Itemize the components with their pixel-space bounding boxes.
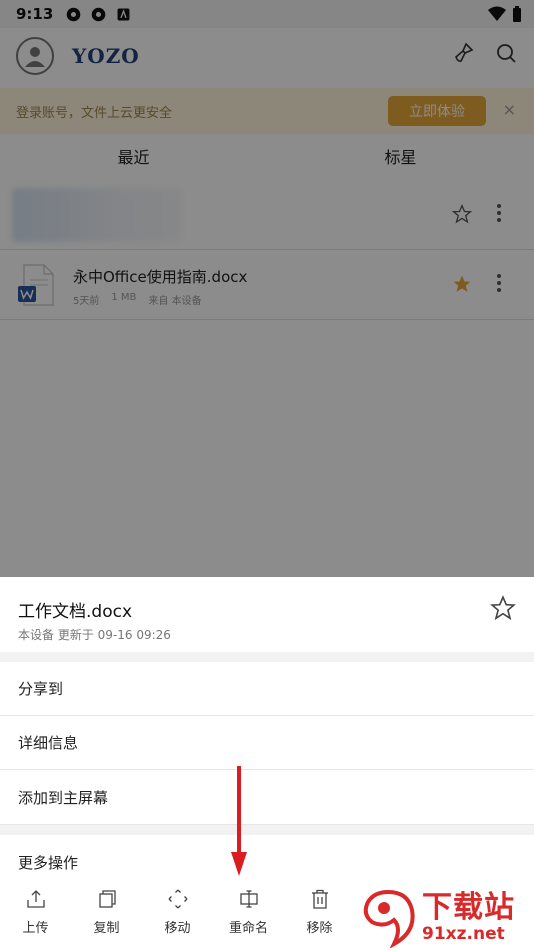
upload-icon <box>26 890 45 908</box>
copy-icon <box>98 890 116 908</box>
rename-icon <box>239 890 258 908</box>
menu-item-add-homescreen[interactable]: 添加到主屏幕 <box>0 771 534 825</box>
upload-label: 上传 <box>22 921 49 936</box>
delete-icon <box>311 889 328 909</box>
remove-label: 移除 <box>306 921 333 936</box>
sheet-file-info: 本设备 更新于 09-16 09:26 <box>18 628 171 642</box>
watermark-url: 91xz.net <box>422 924 505 944</box>
rename-label: 重命名 <box>228 921 268 936</box>
divider <box>0 825 534 835</box>
dim-overlay[interactable] <box>0 0 534 577</box>
upload-button[interactable]: 上传 <box>0 880 71 950</box>
sheet-file-name: 工作文档.docx <box>18 602 133 622</box>
watermark-logo-icon <box>363 889 415 948</box>
star-outline-icon[interactable] <box>490 595 516 621</box>
copy-button[interactable]: 复制 <box>71 880 142 950</box>
menu-item-share[interactable]: 分享到 <box>0 662 534 716</box>
copy-label: 复制 <box>93 921 120 936</box>
move-icon <box>168 889 187 909</box>
divider <box>0 652 534 662</box>
remove-button[interactable]: 移除 <box>284 880 355 950</box>
rename-button[interactable]: 重命名 <box>213 880 284 950</box>
watermark: 下载站 91xz.net <box>358 888 530 948</box>
annotation-arrow-icon <box>231 766 247 876</box>
watermark-main: 下载站 <box>422 890 515 925</box>
move-button[interactable]: 移动 <box>142 880 213 950</box>
menu-item-details[interactable]: 详细信息 <box>0 716 534 770</box>
move-label: 移动 <box>164 921 191 936</box>
